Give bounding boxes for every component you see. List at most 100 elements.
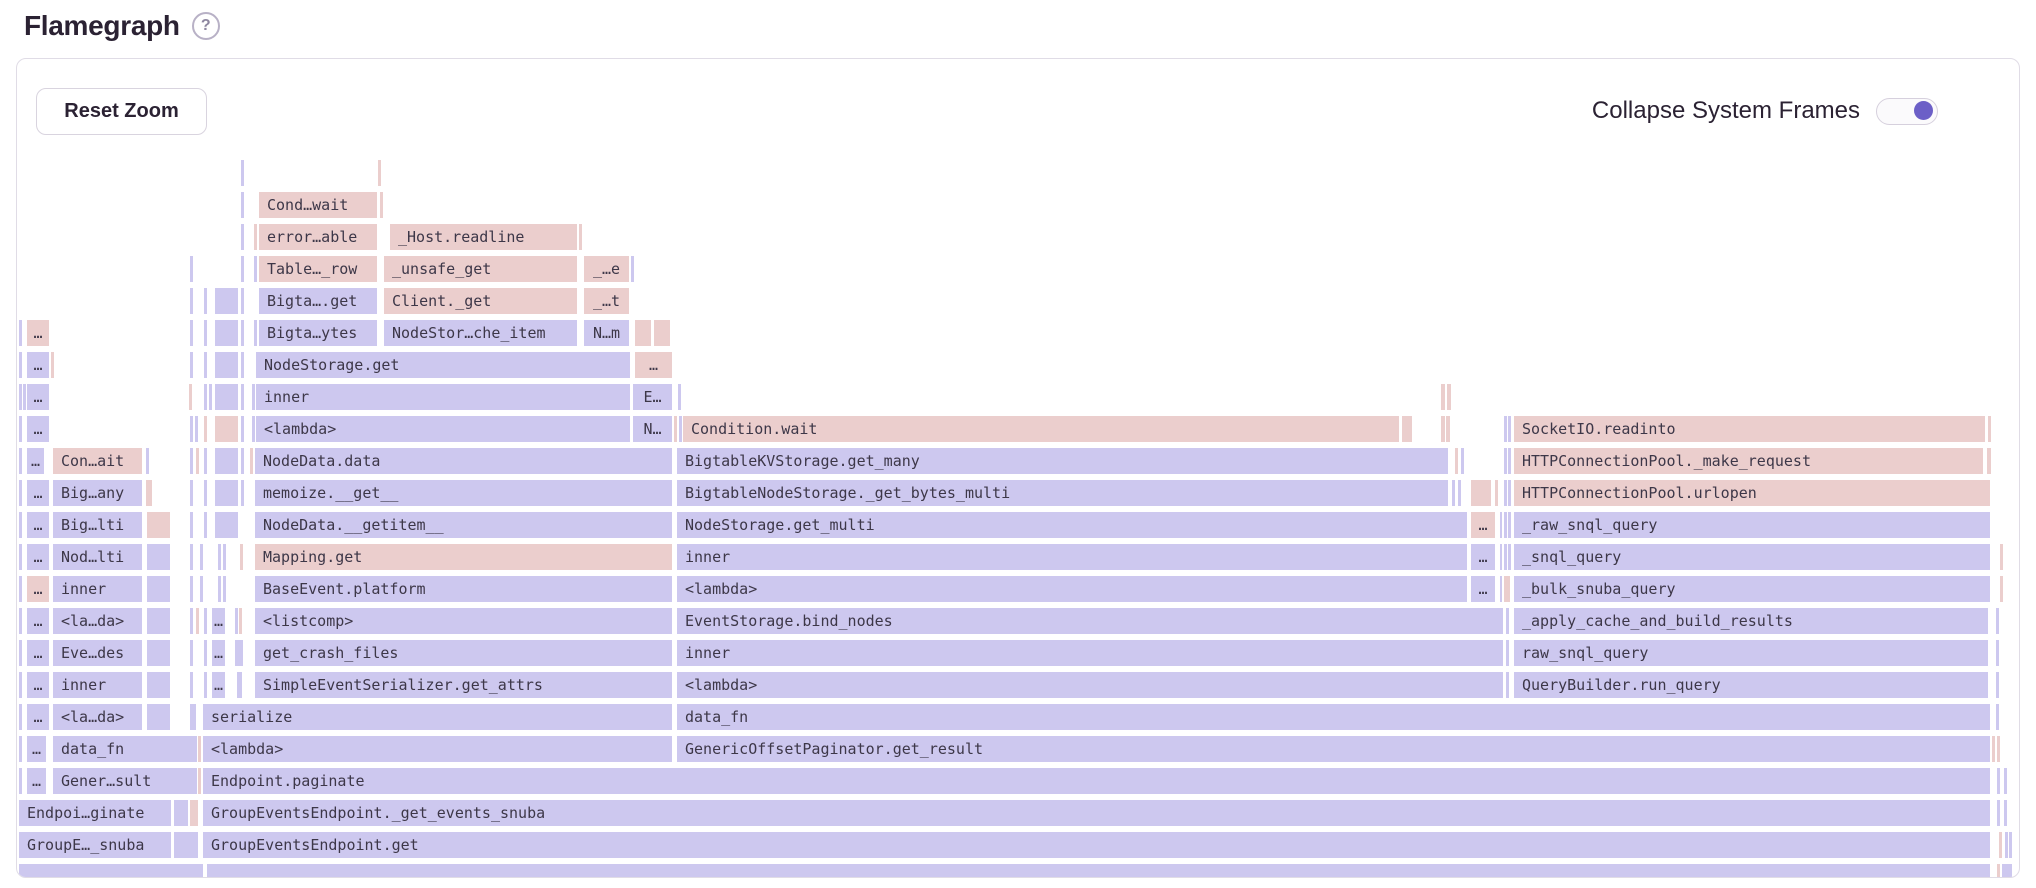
flame-frame[interactable] (1504, 544, 1507, 570)
flame-frame[interactable] (237, 672, 242, 698)
flame-frame[interactable] (1471, 480, 1491, 506)
flame-frame[interactable]: Eve…des (53, 640, 142, 666)
flame-frame[interactable] (378, 160, 381, 186)
flame-frame[interactable] (190, 352, 193, 378)
flame-frame[interactable]: NodeStorage.get_multi (677, 512, 1467, 538)
flame-frame[interactable]: SimpleEventSerializer.get_attrs (255, 672, 672, 698)
flame-frame[interactable] (19, 320, 22, 346)
flame-frame[interactable] (19, 640, 22, 666)
flame-frame[interactable] (241, 256, 244, 282)
flame-frame[interactable] (19, 352, 22, 378)
flame-frame[interactable] (215, 320, 238, 346)
flame-frame[interactable] (1461, 448, 1464, 474)
flame-frame[interactable]: get_crash_files (255, 640, 672, 666)
flame-frame[interactable] (2002, 864, 2012, 877)
flame-frame[interactable]: … (27, 448, 44, 474)
flame-frame[interactable] (147, 576, 170, 602)
flame-frame[interactable]: … (27, 640, 49, 666)
flame-frame[interactable]: Nod…lti (53, 544, 142, 570)
flame-frame[interactable] (1999, 832, 2002, 858)
flame-frame[interactable] (1997, 768, 2000, 794)
flame-frame[interactable]: … (27, 544, 49, 570)
flame-frame[interactable] (679, 416, 682, 442)
flame-frame[interactable] (1996, 704, 1999, 730)
flame-frame[interactable] (254, 224, 257, 250)
flame-frame[interactable] (1504, 576, 1510, 602)
flame-frame[interactable]: Big…any (53, 480, 142, 506)
flame-frame[interactable] (19, 544, 22, 570)
flame-frame[interactable]: _Host.readline (390, 224, 577, 250)
flame-frame[interactable] (1996, 608, 1999, 634)
flame-frame[interactable] (209, 384, 212, 410)
flame-frame[interactable]: HTTPConnectionPool._make_request (1514, 448, 1983, 474)
flame-frame[interactable]: BaseEvent.platform (255, 576, 672, 602)
flame-frame[interactable]: … (635, 352, 672, 378)
flame-frame[interactable] (1452, 480, 1455, 506)
flame-frame[interactable] (147, 544, 170, 570)
flame-frame[interactable] (218, 544, 221, 570)
flame-frame[interactable] (19, 576, 22, 602)
flame-frame[interactable]: Gener…sult (53, 768, 197, 794)
help-icon[interactable]: ? (192, 12, 220, 40)
flame-frame[interactable] (1446, 416, 1450, 442)
flame-frame[interactable]: … (27, 416, 49, 442)
flame-frame[interactable] (654, 320, 670, 346)
flame-frame[interactable] (207, 864, 1990, 877)
flame-frame[interactable] (190, 608, 193, 634)
flame-frame[interactable] (1504, 480, 1507, 506)
flame-frame[interactable]: _raw_snql_query (1514, 512, 1990, 538)
flame-frame[interactable]: Condition.wait (683, 416, 1399, 442)
flame-frame[interactable] (1508, 480, 1511, 506)
flame-frame[interactable]: memoize.__get__ (255, 480, 672, 506)
flame-frame[interactable] (241, 320, 244, 346)
flame-frame[interactable] (241, 224, 244, 250)
flame-frame[interactable]: <listcomp> (255, 608, 672, 634)
flame-frame[interactable]: HTTPConnectionPool.urlopen (1514, 480, 1990, 506)
flame-frame[interactable] (204, 352, 207, 378)
flame-frame[interactable] (200, 576, 203, 602)
flame-frame[interactable] (190, 480, 193, 506)
flame-frame[interactable] (1508, 512, 1511, 538)
flame-frame[interactable]: <lambda> (256, 416, 630, 442)
flame-frame[interactable]: … (27, 320, 49, 346)
flame-frame[interactable]: EventStorage.bind_nodes (677, 608, 1503, 634)
flame-frame[interactable] (1500, 576, 1502, 602)
flame-frame[interactable] (223, 544, 226, 570)
flame-frame[interactable] (19, 864, 203, 877)
flame-frame[interactable]: Con…ait (53, 448, 142, 474)
flame-frame[interactable] (215, 480, 238, 506)
flame-frame[interactable]: NodeStorage.get (256, 352, 630, 378)
flame-frame[interactable]: Bigta….get (259, 288, 377, 314)
flame-frame[interactable] (1500, 544, 1502, 570)
flame-frame[interactable] (198, 768, 201, 794)
flame-frame[interactable]: data_fn (53, 736, 197, 762)
flame-frame[interactable] (631, 256, 634, 282)
flame-frame[interactable]: data_fn (677, 704, 1990, 730)
flame-frame[interactable] (189, 384, 192, 410)
flame-frame[interactable] (223, 576, 226, 602)
flame-frame[interactable] (190, 512, 193, 538)
flame-frame[interactable] (204, 640, 207, 666)
flame-frame[interactable]: _unsafe_get (384, 256, 577, 282)
flame-frame[interactable]: … (27, 384, 49, 410)
flame-frame[interactable] (254, 320, 257, 346)
flame-frame[interactable] (1458, 480, 1461, 506)
flame-frame[interactable] (1441, 384, 1445, 410)
flame-frame[interactable] (1455, 448, 1458, 474)
flame-frame[interactable] (215, 384, 238, 410)
flame-frame[interactable] (204, 288, 207, 314)
flame-frame[interactable] (2005, 832, 2008, 858)
flame-frame[interactable]: Endpoint.paginate (203, 768, 1990, 794)
flame-frame[interactable]: BigtableKVStorage.get_many (677, 448, 1448, 474)
flame-frame[interactable] (19, 608, 22, 634)
flame-frame[interactable] (204, 448, 207, 474)
flame-frame[interactable] (196, 608, 199, 634)
flame-frame[interactable] (198, 736, 201, 762)
flame-frame[interactable] (19, 480, 22, 506)
flame-frame[interactable] (241, 352, 244, 378)
flame-frame[interactable]: _bulk_snuba_query (1514, 576, 1990, 602)
flame-frame[interactable] (1504, 448, 1507, 474)
flame-frame[interactable] (1508, 544, 1511, 570)
flame-frame[interactable] (190, 288, 193, 314)
flame-frame[interactable]: … (212, 640, 225, 666)
